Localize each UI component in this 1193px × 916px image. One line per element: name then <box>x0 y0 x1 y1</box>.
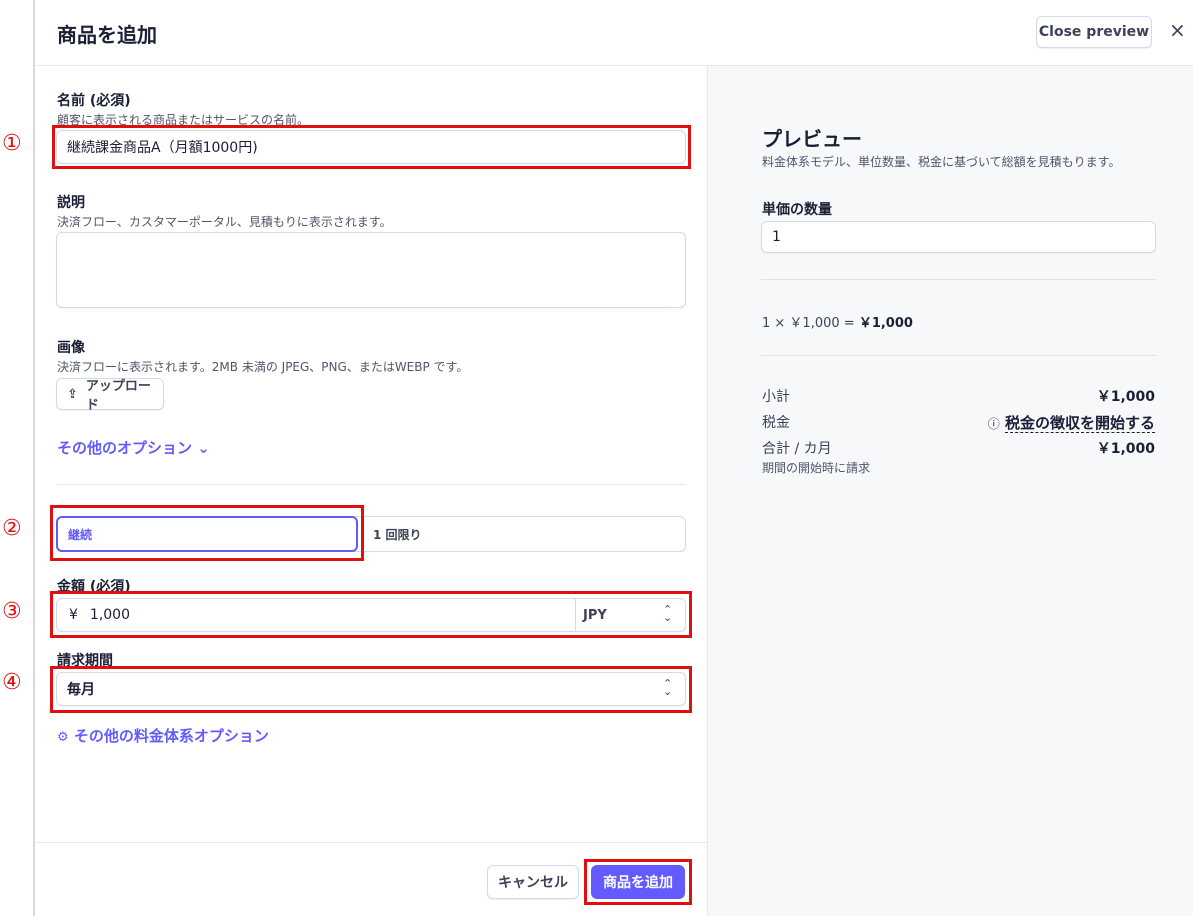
highlight-billing-period <box>50 666 692 713</box>
pricing-type-one-time[interactable]: 1 回限り <box>373 526 422 543</box>
info-icon: ⓘ <box>987 417 1000 431</box>
product-form: 名前 (必須) 顧客に表示される商品またはサービスの名前。 継続課金商品A（月額… <box>35 66 707 916</box>
subtotal-label: 小計 <box>762 389 790 405</box>
close-icon[interactable]: × <box>1169 18 1186 42</box>
more-pricing-options-link[interactable]: ⚙ その他の料金体系オプション <box>57 725 269 746</box>
total-value: ￥1,000 <box>1096 441 1155 457</box>
total-hint: 期間の開始時に請求 <box>762 461 871 475</box>
total-label: 合計 / カ月 <box>762 441 832 457</box>
quantity-input[interactable]: 1 <box>761 221 1156 253</box>
tax-link[interactable]: ⓘ 税金の徴収を開始する <box>988 412 1155 433</box>
description-label: 説明 <box>57 195 85 211</box>
upload-label: アップロード <box>85 379 151 413</box>
image-hint: 決済フローに表示されます。2MB 未満の JPEG、PNG、またはWEBP です… <box>57 360 469 374</box>
highlight-name <box>52 125 691 169</box>
dialog-header: 商品を追加 Close preview × <box>35 0 1193 66</box>
image-label: 画像 <box>57 340 85 356</box>
name-label: 名前 (必須) <box>57 93 131 109</box>
highlight-amount <box>50 591 692 638</box>
tax-label: 税金 <box>762 415 790 431</box>
preview-hint: 料金体系モデル、単位数量、税金に基づいて総額を見積もります。 <box>762 155 1121 169</box>
preview-divider-1 <box>761 279 1156 280</box>
description-hint: 決済フロー、カスタマーポータル、見積もりに表示されます。 <box>57 215 392 229</box>
step-marker-3: ③ <box>2 599 22 624</box>
more-options-label: その他のオプション <box>57 439 193 457</box>
highlight-pricing-type <box>50 505 364 561</box>
section-divider <box>56 484 686 485</box>
calc-total: ￥1,000 <box>858 316 913 331</box>
chevron-down-icon: ⌄ <box>197 439 210 457</box>
preview-title: プレビュー <box>762 127 862 151</box>
highlight-submit <box>584 859 692 905</box>
calc-expression: 1 × ￥1,000 = <box>762 316 855 331</box>
preview-panel: プレビュー 料金体系モデル、単位数量、税金に基づいて総額を見積もります。 単価の… <box>707 66 1193 916</box>
quantity-label: 単価の数量 <box>762 202 832 218</box>
gear-icon: ⚙ <box>57 730 69 745</box>
preview-divider-2 <box>761 355 1156 356</box>
upload-icon: ⇪ <box>67 386 78 402</box>
close-preview-button[interactable]: Close preview <box>1036 16 1152 48</box>
calc-line: 1 × ￥1,000 = ￥1,000 <box>762 312 913 331</box>
step-marker-2: ② <box>2 516 22 541</box>
form-footer: キャンセル 商品を追加 <box>35 842 707 916</box>
step-marker-4: ④ <box>2 670 22 695</box>
step-marker-1: ① <box>2 131 22 156</box>
dialog-title: 商品を追加 <box>57 23 157 47</box>
cancel-button[interactable]: キャンセル <box>487 865 579 899</box>
upload-button[interactable]: ⇪ アップロード <box>56 378 164 413</box>
description-textarea[interactable] <box>56 232 686 308</box>
start-tax-collection-link: 税金の徴収を開始する <box>1004 414 1155 433</box>
more-options-link[interactable]: その他のオプション ⌄ <box>57 437 210 458</box>
more-pricing-options-label: その他の料金体系オプション <box>73 727 269 745</box>
subtotal-value: ￥1,000 <box>1096 389 1155 405</box>
